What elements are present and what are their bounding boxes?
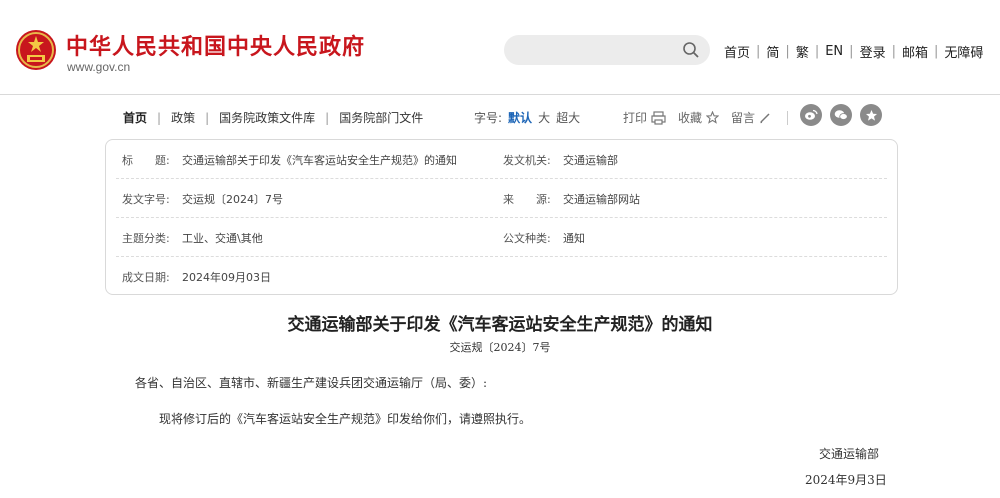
nav-english[interactable]: EN — [825, 44, 843, 59]
issuer-label: 发文机关: — [503, 154, 551, 167]
title-label: 标 题: — [122, 154, 170, 167]
weibo-share-button[interactable] — [800, 104, 822, 126]
comment-button[interactable]: 留言 — [731, 109, 771, 126]
favorite-button[interactable]: 收藏 — [678, 109, 720, 126]
type-label: 公文种类: — [503, 232, 551, 245]
breadcrumb-dept-docs[interactable]: 国务院部门文件 — [339, 109, 423, 126]
font-size-large[interactable]: 大 — [538, 109, 550, 126]
divider: | — [157, 110, 162, 125]
wechat-icon — [834, 110, 848, 120]
nav-simplified[interactable]: 简 — [766, 42, 779, 61]
site-header: 中华人民共和国中央人民政府 www.gov.cn 首页 | 简 | 繁 | EN | 登… — [0, 0, 1000, 95]
document-body: 现将修订后的《汽车客运站安全生产规范》印发给你们，请遵照执行。 — [159, 412, 532, 426]
docno-value: 交运规〔2024〕7号 — [182, 193, 283, 206]
date-value: 2024年09月03日 — [182, 271, 271, 284]
font-size-switcher: 字号: 默认 大 超大 — [474, 109, 586, 126]
source-label: 来 源: — [503, 193, 551, 206]
national-emblem-icon[interactable] — [14, 28, 58, 72]
breadcrumb: 首页 | 政策 | 国务院政策文件库 | 国务院部门文件 — [123, 109, 423, 126]
print-button[interactable]: 打印 — [623, 109, 666, 126]
divider: | — [814, 44, 820, 59]
divider: | — [785, 44, 790, 59]
date-label: 成文日期: — [122, 271, 170, 284]
title-value: 交通运输部关于印发《汽车客运站安全生产规范》的通知 — [182, 154, 457, 167]
info-row: 成文日期: 2024年09月03日 — [116, 257, 887, 295]
info-row: 发文字号: 交运规〔2024〕7号 来 源: 交通运输部网站 — [116, 179, 887, 218]
topic-value: 工业、交通\其他 — [182, 232, 263, 245]
divider: | — [205, 110, 210, 125]
docno-label: 发文字号: — [122, 193, 170, 206]
font-size-xlarge[interactable]: 超大 — [556, 109, 580, 126]
search-icon[interactable] — [682, 41, 700, 59]
document-info-box: 标 题: 交通运输部关于印发《汽车客运站安全生产规范》的通知 发文机关: 交通运输部… — [105, 139, 898, 295]
top-nav: 首页 | 简 | 繁 | EN | 登录 | 邮箱 | 无障碍 — [724, 42, 983, 61]
divider: | — [933, 44, 939, 59]
star-icon — [865, 109, 877, 121]
site-url[interactable]: www.gov.cn — [67, 60, 130, 74]
nav-traditional[interactable]: 繁 — [796, 42, 809, 61]
document-number: 交运规〔2024〕7号 — [449, 341, 551, 354]
star-icon — [706, 111, 720, 124]
share-buttons — [800, 104, 890, 126]
nav-mail[interactable]: 邮箱 — [902, 42, 928, 61]
breadcrumb-policy[interactable]: 政策 — [171, 109, 195, 126]
issuer-value: 交通运输部 — [563, 154, 618, 167]
print-label: 打印 — [623, 111, 648, 125]
divider: | — [756, 44, 761, 59]
document-addressee: 各省、自治区、直辖市、新疆生产建设兵团交通运输厅（局、委）: — [135, 376, 488, 390]
favorite-label: 收藏 — [678, 111, 703, 125]
weibo-icon — [805, 109, 818, 120]
divider: | — [849, 44, 854, 59]
topic-label: 主题分类: — [122, 232, 170, 245]
printer-icon — [651, 110, 666, 125]
divider: | — [325, 110, 330, 125]
type-value: 通知 — [563, 232, 585, 245]
pencil-icon — [760, 112, 770, 123]
document-date: 2024年9月3日 — [805, 473, 887, 487]
breadcrumb-home[interactable]: 首页 — [123, 109, 147, 126]
comment-label: 留言 — [731, 111, 756, 125]
favorite-share-button[interactable] — [860, 104, 882, 126]
nav-login[interactable]: 登录 — [860, 42, 886, 61]
document-title: 交通运输部关于印发《汽车客运站安全生产规范》的通知 — [287, 315, 713, 335]
nav-accessibility[interactable]: 无障碍 — [944, 42, 983, 61]
toolbar: 打印 收藏 留言 — [623, 109, 798, 126]
document-signature: 交通运输部 — [819, 447, 880, 461]
search-input[interactable] — [504, 35, 710, 65]
site-name[interactable]: 中华人民共和国中央人民政府 — [66, 29, 365, 61]
info-row: 主题分类: 工业、交通\其他 公文种类: 通知 — [116, 218, 887, 257]
divider — [787, 110, 789, 125]
breadcrumb-policy-library[interactable]: 国务院政策文件库 — [219, 109, 315, 126]
nav-home[interactable]: 首页 — [724, 42, 750, 61]
font-size-label: 字号: — [474, 111, 503, 125]
wechat-share-button[interactable] — [830, 104, 852, 126]
source-value: 交通运输部网站 — [563, 193, 640, 206]
font-size-default[interactable]: 默认 — [508, 109, 532, 126]
divider: | — [891, 44, 896, 59]
info-row: 标 题: 交通运输部关于印发《汽车客运站安全生产规范》的通知 发文机关: 交通运输部 — [116, 140, 887, 179]
